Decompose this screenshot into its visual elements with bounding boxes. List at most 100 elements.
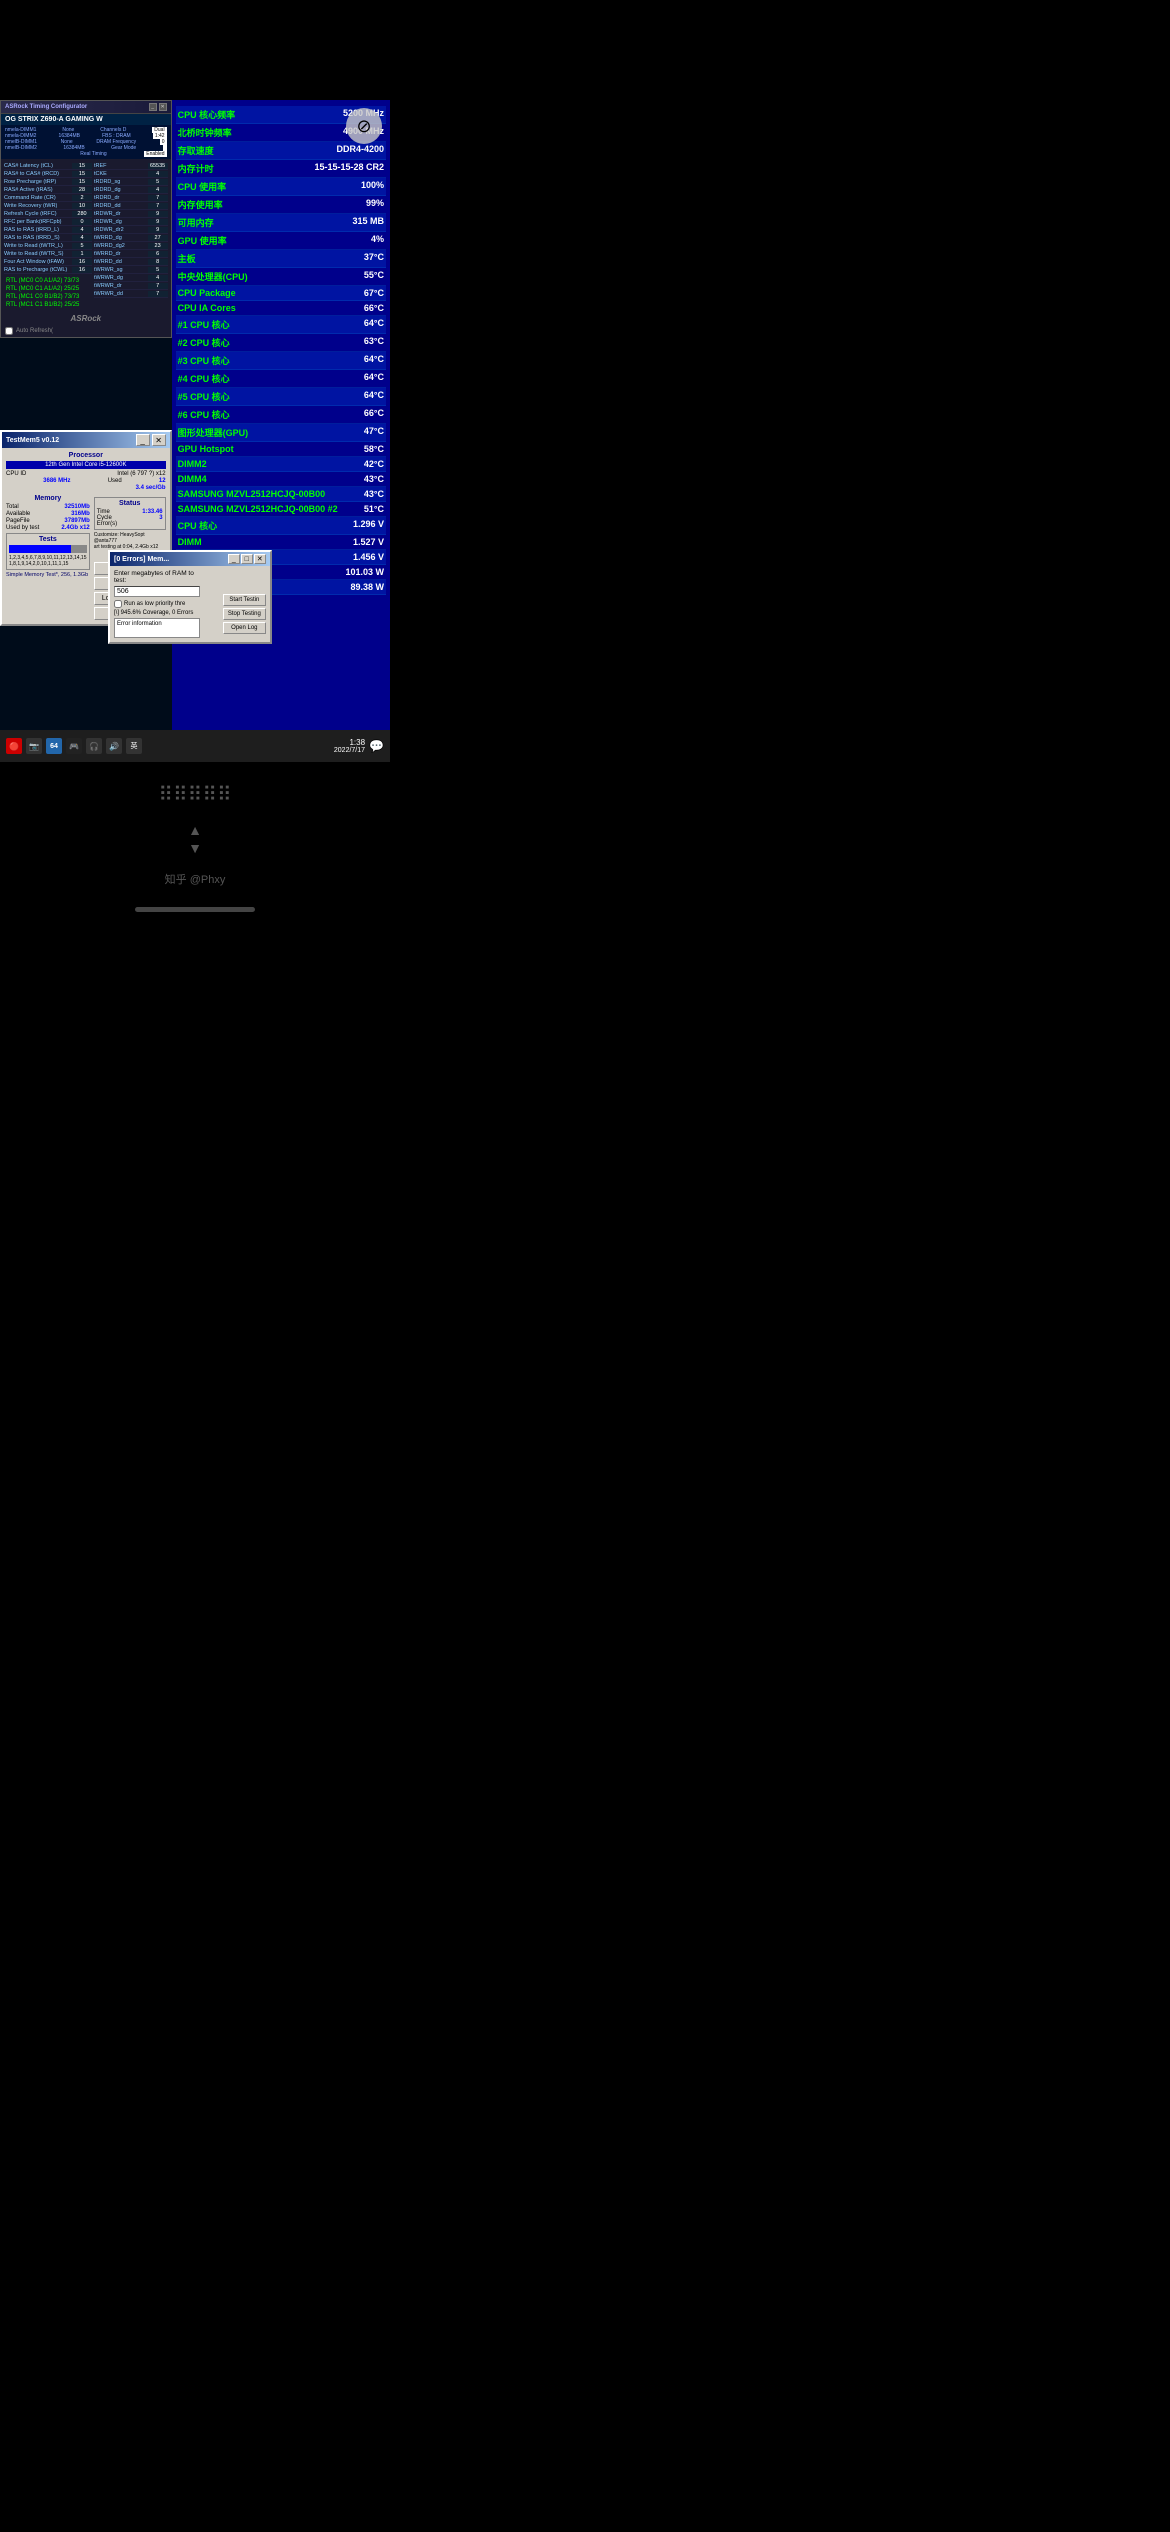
- taskbar-right: 1:38 2022/7/17 💬: [334, 738, 384, 754]
- hwinfo-row-3: 内存计时15-15-15-28 CR2: [176, 160, 386, 178]
- taskbar-icon-5[interactable]: 🎧: [86, 738, 102, 754]
- taskbar-time: 1:38 2022/7/17: [334, 738, 365, 754]
- auto-refresh: Auto Refresh(: [1, 325, 171, 337]
- error-info-box: Error information: [114, 618, 200, 638]
- testmem5-titlebar: TestMem5 v0.12 _ ✕: [2, 432, 170, 448]
- hwinfo-row-17: #6 CPU 核心66°C: [176, 406, 386, 424]
- scroll-up-btn[interactable]: ▲: [188, 822, 202, 838]
- testmem5-left-panel: Memory Total 32510Mb Available 316Mb Pag…: [6, 495, 90, 620]
- testmem5-title: TestMem5 v0.12: [6, 437, 59, 444]
- cpu-id-value: Intel (6 797 ?) x12: [117, 471, 165, 477]
- low-priority-label: Run as low priority thre: [124, 601, 185, 607]
- coverage-text: [\] 945.6% Coverage, 0 Errors: [114, 610, 200, 616]
- taskbar-icon-4[interactable]: 🎮: [66, 738, 82, 754]
- taskbar-icon-2[interactable]: 📷: [26, 738, 42, 754]
- hwinfo-row-18: 图形处理器(GPU)47°C: [176, 424, 386, 442]
- open-log-btn[interactable]: Open Log: [223, 622, 266, 634]
- asrock-info: nmela-DIMM1NoneChannels DDual nmela-DIMM…: [1, 125, 171, 159]
- error-input-label: Enter megabytes of RAM to test:: [114, 570, 200, 584]
- customize-text: Customize: HeavySopt @anta777: [94, 532, 166, 544]
- auto-refresh-checkbox[interactable]: [5, 327, 13, 335]
- scroll-down-btn[interactable]: ▼: [188, 840, 202, 856]
- low-priority-row: Run as low priority thre: [114, 600, 200, 608]
- error-dialog-titlebar: [0 Errors] Mem... _ □ ✕: [110, 552, 270, 566]
- taskbar: 🔴 📷 64 🎮 🎧 🔊 英 1:38 2022/7/17 💬: [0, 730, 390, 762]
- low-priority-checkbox[interactable]: [114, 600, 122, 608]
- taskbar-icon-3[interactable]: 64: [46, 738, 62, 754]
- accessibility-icon[interactable]: ⊘: [346, 108, 382, 144]
- hwinfo-row-6: 可用内存315 MB: [176, 214, 386, 232]
- hwinfo-row-11: CPU IA Cores66°C: [176, 301, 386, 316]
- error-minimize-btn[interactable]: _: [228, 554, 240, 564]
- hwinfo-row-13: #2 CPU 核心63°C: [176, 334, 386, 352]
- cycle-value: 3: [159, 515, 162, 521]
- hwinfo-row-5: 内存使用率99%: [176, 196, 386, 214]
- hwinfo-row-24: CPU 核心1.296 V: [176, 517, 386, 535]
- time-display: 1:38: [334, 738, 365, 747]
- hwinfo-row-4: CPU 使用率100%: [176, 178, 386, 196]
- tests-title: Tests: [9, 536, 87, 543]
- home-indicator[interactable]: [135, 907, 255, 912]
- error-dialog-controls: _ □ ✕: [228, 554, 266, 564]
- errors-label: Error(s): [97, 521, 117, 527]
- processor-section-title: Processor: [6, 452, 166, 459]
- taskbar-icon-1[interactable]: 🔴: [6, 738, 22, 754]
- status-box: Status Time 1:33.46 Cycle 3 Error(s): [94, 497, 166, 530]
- hwinfo-row-12: #1 CPU 核心64°C: [176, 316, 386, 334]
- status-title: Status: [97, 500, 163, 507]
- error-info-label: Error information: [117, 621, 162, 627]
- hwinfo-row-9: 中央处理器(CPU)55°C: [176, 268, 386, 286]
- hwinfo-row-10: CPU Package67°C: [176, 286, 386, 301]
- hwinfo-row-15: #4 CPU 核心64°C: [176, 370, 386, 388]
- hwinfo-row-14: #3 CPU 核心64°C: [176, 352, 386, 370]
- mem-available: 316Mb: [71, 511, 90, 517]
- asrock-subtitle: OG STRIX Z690-A GAMING W: [1, 114, 171, 125]
- hwinfo-row-22: SAMSUNG MZVL2512HCJQ-00B0043°C: [176, 487, 386, 502]
- taskbar-icon-6[interactable]: 🔊: [106, 738, 122, 754]
- hwinfo-row-7: GPU 使用率4%: [176, 232, 386, 250]
- notification-icon[interactable]: 💬: [369, 739, 384, 753]
- bottom-area: ⠿⠿⠿⠿⠿ ▲ ▼ 知乎 @Phxy: [0, 762, 390, 927]
- mem-used-by-test: 2.4Gb x12: [61, 525, 89, 531]
- taskbar-left: 🔴 📷 64 🎮 🎧 🔊 英: [6, 738, 142, 754]
- start-testing-btn[interactable]: Start Testin: [223, 594, 266, 606]
- hwinfo-row-19: GPU Hotspot58°C: [176, 442, 386, 457]
- mb-ram-input[interactable]: [114, 586, 200, 597]
- hwinfo-row-20: DIMM242°C: [176, 457, 386, 472]
- test-sequence2: 1,8,1,9,14,2,0,10,1,11,1,15: [9, 561, 87, 567]
- zhihu-credit: 知乎 @Phxy: [165, 871, 226, 887]
- keyboard-icon[interactable]: ⠿⠿⠿⠿⠿: [158, 782, 231, 807]
- hwinfo-row-2: 存取速度DDR4-4200: [176, 142, 386, 160]
- asrock-minimize-btn[interactable]: _: [149, 103, 157, 111]
- asrock-logo: ASRock: [1, 312, 171, 325]
- stop-testing-btn[interactable]: Stop Testing: [223, 608, 266, 620]
- tests-box: Tests 1,2,3,4,5,6,7,8,9,10,11,12,13,14,1…: [6, 533, 90, 570]
- error-restore-btn[interactable]: □: [241, 554, 253, 564]
- asrock-timings-left: CAS# Latency (tCL)15 RAS# to CAS# (tRCD)…: [4, 162, 92, 309]
- cpu-speed2-value: 3.4 sec/Gb: [136, 485, 166, 491]
- top-black-area: [0, 0, 390, 100]
- asrock-title: ASRock Timing Configurator: [5, 104, 87, 110]
- testmem5-minimize-btn[interactable]: _: [136, 434, 150, 446]
- customize-label: Customize: HeavySopt @anta777 art testin…: [94, 532, 166, 550]
- circle-icon-symbol: ⊘: [356, 116, 371, 137]
- test-description: Simple Memory Test*, 256, 1.3Gb: [6, 572, 90, 578]
- asrock-window: ASRock Timing Configurator _ ✕ OG STRIX …: [0, 100, 172, 338]
- memory-section-title: Memory: [6, 495, 90, 502]
- error-dialog-title: [0 Errors] Mem...: [114, 556, 169, 563]
- screenshot-container: CPU 核心频率5200 MHz北桥时钟频率4900 MHz存取速度DDR4-4…: [0, 100, 390, 730]
- error-close-btn[interactable]: ✕: [254, 554, 266, 564]
- hwinfo-row-25: DIMM1.527 V: [176, 535, 386, 550]
- taskbar-icon-lang[interactable]: 英: [126, 738, 142, 754]
- mem-pagefile: 37897Mb: [64, 518, 89, 524]
- cpu-used-value: 12: [159, 478, 166, 484]
- asrock-window-controls: _ ✕: [149, 103, 167, 111]
- testmem5-close-btn[interactable]: ✕: [152, 434, 166, 446]
- cpu-name-badge: 12th Gen Intel Core i5-12600K: [6, 461, 166, 469]
- cpu-used-label: Used: [108, 478, 122, 484]
- hwinfo-row-21: DIMM443°C: [176, 472, 386, 487]
- asrock-close-btn[interactable]: ✕: [159, 103, 167, 111]
- error-dialog-right-buttons: Start Testin Stop Testing Open Log: [223, 594, 266, 634]
- mem-total: 32510Mb: [64, 504, 89, 510]
- hwinfo-row-23: SAMSUNG MZVL2512HCJQ-00B00 #251°C: [176, 502, 386, 517]
